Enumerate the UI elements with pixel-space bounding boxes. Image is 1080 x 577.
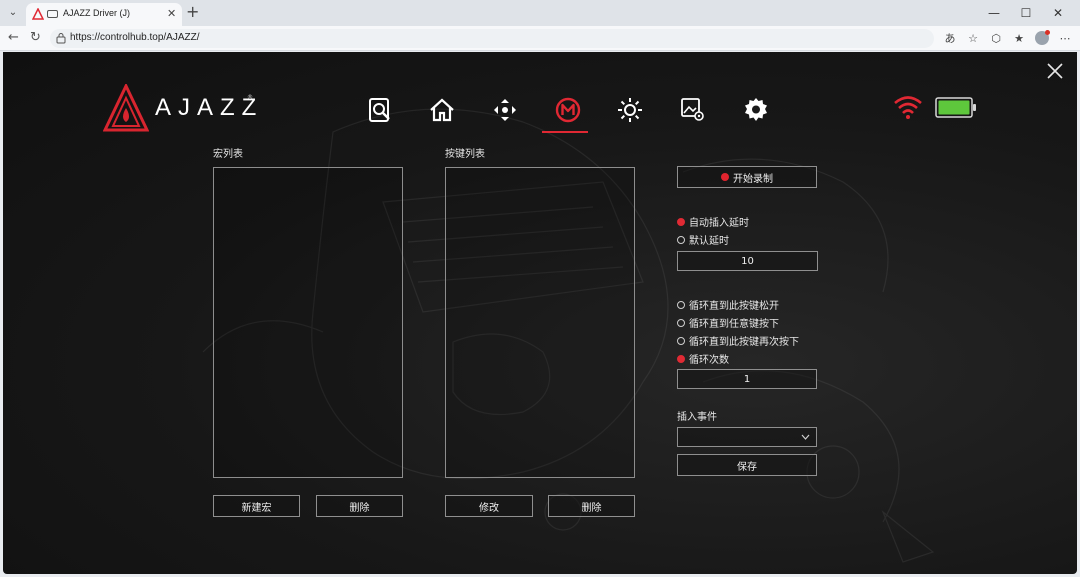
radio-unselected-icon: [677, 235, 685, 244]
key-list-label: 按键列表: [445, 149, 485, 160]
url-field[interactable]: https://controlhub.top/AJAZZ/: [50, 29, 934, 48]
start-recording-button[interactable]: 开始录制: [677, 166, 817, 188]
move-direction-icon: [494, 99, 516, 121]
radio-label: 默认延时: [689, 236, 729, 247]
ajazz-logo-mark-icon: [103, 84, 149, 132]
app-close-icon[interactable]: [1046, 62, 1064, 80]
maximize-icon[interactable]: ☐: [1010, 2, 1042, 24]
brand-registered-mark: ®: [247, 94, 253, 101]
edit-key-button[interactable]: 修改: [445, 495, 533, 517]
radio-loop-until-released[interactable]: 循环直到此按键松开: [677, 297, 779, 312]
active-tab-indicator: [542, 131, 588, 133]
nav-device-search[interactable]: [358, 88, 402, 132]
radio-loop-count[interactable]: 循环次数: [677, 351, 729, 366]
more-menu-icon[interactable]: ⋯: [1058, 32, 1072, 45]
nav-direction[interactable]: [483, 88, 527, 132]
nav-image-settings[interactable]: [671, 88, 715, 132]
back-icon[interactable]: ←: [8, 30, 19, 45]
profile-avatar[interactable]: [1035, 30, 1050, 45]
tab-list-chevron-icon[interactable]: ⌄: [4, 4, 22, 22]
lighting-icon: [618, 98, 642, 122]
tab-title: AJAZZ Driver (J): [63, 8, 130, 18]
nav-macro[interactable]: [546, 88, 590, 132]
radio-label: 循环直到此按键再次按下: [689, 337, 799, 348]
browser-tab[interactable]: AJAZZ Driver (J) ✕: [26, 3, 182, 26]
macro-list-label: 宏列表: [213, 149, 243, 160]
window-controls: — ☐ ✕: [978, 2, 1074, 24]
settings-gear-icon: [745, 98, 767, 121]
start-recording-label: 开始录制: [733, 173, 773, 185]
nav-settings[interactable]: [734, 88, 778, 132]
favorite-star-icon[interactable]: ☆: [966, 32, 980, 45]
radio-selected-icon: [677, 354, 685, 363]
delete-macro-button[interactable]: 删除: [316, 495, 403, 517]
close-window-icon[interactable]: ✕: [1042, 2, 1074, 24]
ajazz-favicon-icon: [32, 8, 44, 20]
delete-key-button[interactable]: 删除: [548, 495, 635, 517]
toolbar-actions: あ ☆ ⬡ ★ ⋯: [943, 30, 1072, 46]
radio-label: 循环直到任意键按下: [689, 319, 779, 330]
radio-default-delay[interactable]: 默认延时: [677, 232, 729, 247]
radio-auto-delay[interactable]: 自动插入延时: [677, 214, 749, 229]
ajazz-driver-app: AJAZZ ® 宏列表 新建宏 删除 按键列表 修改 删除 开始录制 自动插入延…: [3, 52, 1077, 574]
url-text: https://controlhub.top/AJAZZ/: [70, 32, 200, 43]
chevron-down-icon: [801, 434, 810, 440]
macro-list[interactable]: [213, 167, 403, 478]
site-info-icon[interactable]: [56, 32, 66, 44]
radio-loop-until-pressed-again[interactable]: 循环直到此按键再次按下: [677, 333, 799, 348]
insert-event-label: 插入事件: [677, 412, 717, 423]
refresh-icon[interactable]: ↻: [30, 30, 41, 45]
insert-event-select[interactable]: [677, 427, 817, 447]
record-dot-icon: [721, 173, 729, 181]
macro-icon: [555, 97, 581, 123]
key-list[interactable]: [445, 167, 635, 478]
radio-label: 循环次数: [689, 355, 729, 366]
radio-loop-until-any-key[interactable]: 循环直到任意键按下: [677, 315, 779, 330]
home-icon: [430, 98, 454, 122]
search-device-icon: [369, 98, 390, 122]
radio-unselected-icon: [677, 318, 685, 327]
radio-label: 自动插入延时: [689, 218, 749, 229]
delay-value-field[interactable]: 10: [677, 251, 818, 271]
new-macro-button[interactable]: 新建宏: [213, 495, 300, 517]
radio-unselected-icon: [677, 336, 685, 345]
tab-audio-device-icon: [47, 10, 58, 18]
minimize-icon[interactable]: —: [978, 2, 1010, 24]
extensions-icon[interactable]: ⬡: [989, 32, 1003, 45]
new-tab-icon[interactable]: +: [186, 2, 199, 21]
radio-label: 循环直到此按键松开: [689, 301, 779, 312]
ajazz-logo: AJAZZ ®: [103, 84, 256, 136]
save-button[interactable]: 保存: [677, 454, 817, 476]
browser-tab-bar: ⌄ AJAZZ Driver (J) ✕ + — ☐ ✕: [0, 0, 1080, 26]
loop-count-field[interactable]: 1: [677, 369, 817, 389]
translate-icon[interactable]: あ: [943, 30, 957, 46]
nav-lighting[interactable]: [608, 88, 652, 132]
nav-home[interactable]: [420, 88, 464, 132]
address-bar: ← ↻ https://controlhub.top/AJAZZ/ あ ☆ ⬡ …: [0, 26, 1080, 51]
wireless-connection-icon: [894, 96, 922, 119]
radio-selected-icon: [677, 217, 685, 226]
radio-unselected-icon: [677, 300, 685, 309]
image-settings-icon: [681, 98, 704, 121]
battery-full-icon: [935, 97, 976, 118]
tab-close-icon[interactable]: ✕: [167, 7, 176, 20]
favorites-icon[interactable]: ★: [1012, 32, 1026, 45]
